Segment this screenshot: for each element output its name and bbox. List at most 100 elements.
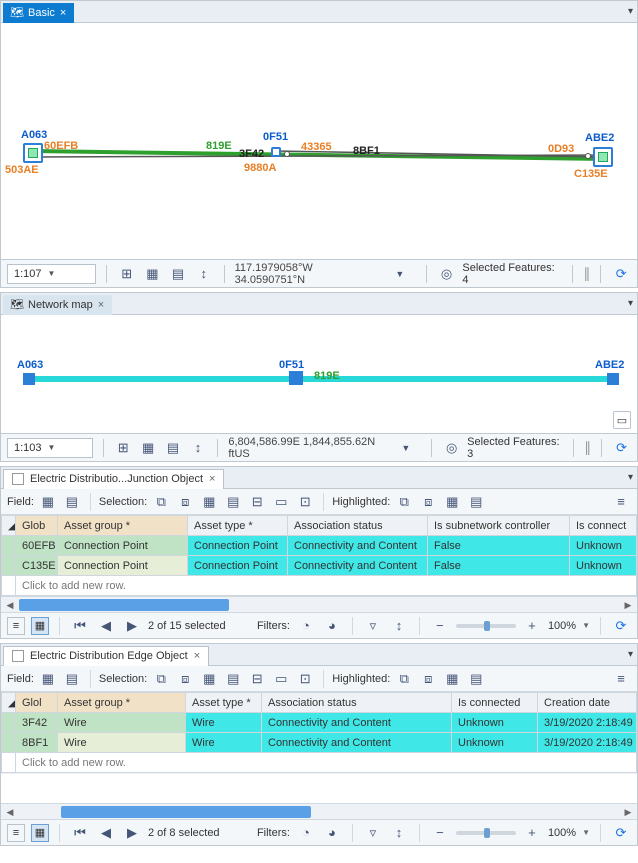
show-all-button[interactable]: ≡ — [7, 617, 25, 635]
close-icon[interactable]: × — [194, 650, 200, 662]
prev-record-icon[interactable]: ◀ — [96, 616, 116, 636]
sel-btn-2[interactable]: ⧈ — [175, 492, 195, 512]
scroll-left-icon[interactable]: ◀ — [3, 806, 17, 818]
tab-network-map[interactable]: 🗺 Network map × — [3, 295, 112, 315]
scroll-right-icon[interactable]: ▶ — [621, 599, 635, 611]
show-all-button[interactable]: ≡ — [7, 824, 25, 842]
sel-btn-2[interactable]: ⧈ — [175, 669, 195, 689]
sel-btn-1[interactable]: ⧉ — [151, 669, 171, 689]
sort-icon[interactable]: ↕ — [389, 823, 409, 843]
close-icon[interactable]: × — [60, 7, 66, 19]
first-record-icon[interactable]: ⏮ — [70, 616, 90, 636]
hl-btn-3[interactable]: ▦ — [442, 492, 462, 512]
tool-btn-4[interactable]: ↕ — [189, 438, 208, 458]
show-selected-button[interactable]: ▦ — [31, 617, 49, 635]
zoom-slider[interactable] — [456, 831, 516, 835]
tool-btn-4[interactable]: ↕ — [194, 264, 214, 284]
node-A063[interactable] — [23, 373, 35, 385]
sel-btn-5[interactable]: ⊟ — [247, 492, 267, 512]
tool-btn-3[interactable]: ▤ — [168, 264, 188, 284]
zoom-slider[interactable] — [456, 624, 516, 628]
sel-btn-3[interactable]: ▦ — [199, 492, 219, 512]
node-ABE2[interactable] — [593, 147, 613, 167]
filter-icon[interactable]: ▿ — [363, 823, 383, 843]
coord-dropdown-icon[interactable]: ▼ — [390, 264, 410, 284]
chevron-down-icon[interactable]: ▼ — [582, 828, 590, 837]
col-assoc-status[interactable]: Association status — [288, 516, 428, 536]
sel-btn-7[interactable]: ⊡ — [295, 492, 315, 512]
refresh-icon[interactable]: ⟳ — [611, 616, 631, 636]
selection-icon[interactable]: ◎ — [437, 264, 457, 284]
hl-btn-1[interactable]: ⧉ — [394, 492, 414, 512]
filter-btn-2[interactable]: ◕ — [322, 616, 342, 636]
scroll-thumb[interactable] — [19, 599, 229, 611]
tool-btn-3[interactable]: ▤ — [164, 438, 183, 458]
panel-menu-icon[interactable]: ▾ — [628, 472, 633, 483]
col-creation[interactable]: Creation date — [538, 693, 637, 713]
hl-btn-2[interactable]: ⧈ — [418, 492, 438, 512]
toolbar-menu-icon[interactable]: ≡ — [611, 669, 631, 689]
field-btn-2[interactable]: ▤ — [62, 669, 82, 689]
tab-junction-object[interactable]: Electric Distributio...Junction Object × — [3, 469, 224, 489]
field-btn-1[interactable]: ▦ — [38, 492, 58, 512]
selection-icon[interactable]: ◎ — [442, 438, 461, 458]
add-row[interactable]: Click to add new row. — [2, 576, 637, 596]
filter-icon[interactable]: ▿ — [363, 616, 383, 636]
show-selected-button[interactable]: ▦ — [31, 824, 49, 842]
node-0F51[interactable] — [289, 371, 303, 385]
hl-btn-4[interactable]: ▤ — [466, 669, 486, 689]
zoom-out-icon[interactable]: − — [430, 616, 450, 636]
col-asset-group[interactable]: Asset group * — [58, 516, 188, 536]
zoom-in-icon[interactable]: + — [522, 616, 542, 636]
table-row[interactable]: 3F42 Wire Wire Connectivity and Content … — [2, 713, 637, 733]
sel-btn-7[interactable]: ⊡ — [295, 669, 315, 689]
filter-btn-1[interactable]: ◔ — [296, 823, 316, 843]
sort-icon[interactable]: ↕ — [389, 616, 409, 636]
hl-btn-4[interactable]: ▤ — [466, 492, 486, 512]
col-asset-type[interactable]: Asset type * — [186, 693, 262, 713]
node-A063[interactable] — [23, 143, 43, 163]
h-scrollbar[interactable]: ◀ ▶ — [1, 803, 637, 819]
refresh-icon[interactable]: ⟳ — [612, 438, 631, 458]
tool-btn-1[interactable]: ⊞ — [114, 438, 133, 458]
map1-canvas[interactable]: A063 60EFB 503AE 819E 3F42 0F51 43365 98… — [1, 23, 637, 259]
node-ABE2[interactable] — [607, 373, 619, 385]
sel-btn-1[interactable]: ⧉ — [151, 492, 171, 512]
add-row[interactable]: Click to add new row. — [2, 753, 637, 773]
close-icon[interactable]: × — [209, 473, 215, 485]
table-row[interactable]: 8BF1 Wire Wire Connectivity and Content … — [2, 733, 637, 753]
tab-basic[interactable]: 🗺 Basic × — [3, 3, 74, 23]
panel-menu-icon[interactable]: ▾ — [628, 649, 633, 660]
map2-canvas[interactable]: A063 0F51 819E ABE2 ▭ — [1, 315, 637, 433]
col-asset-type[interactable]: Asset type * — [188, 516, 288, 536]
next-record-icon[interactable]: ▶ — [122, 616, 142, 636]
row-handle-header[interactable]: ◢ — [2, 693, 16, 713]
overview-icon[interactable]: ▭ — [613, 411, 631, 429]
panel-menu-icon[interactable]: ▾ — [628, 298, 633, 309]
toolbar-menu-icon[interactable]: ≡ — [611, 492, 631, 512]
col-is-conn[interactable]: Is connect — [570, 516, 637, 536]
tool-btn-2[interactable]: ▦ — [143, 264, 163, 284]
zoom-in-icon[interactable]: + — [522, 823, 542, 843]
panel-menu-icon[interactable]: ▾ — [628, 6, 633, 17]
sel-btn-4[interactable]: ▤ — [223, 492, 243, 512]
sel-btn-3[interactable]: ▦ — [199, 669, 219, 689]
scale-combo[interactable]: 1:107 ▼ — [7, 264, 96, 284]
tab-edge-object[interactable]: Electric Distribution Edge Object × — [3, 646, 209, 666]
col-assoc-status[interactable]: Association status — [262, 693, 452, 713]
col-glob[interactable]: Glol — [16, 693, 58, 713]
col-is-subnet[interactable]: Is subnetwork controller — [428, 516, 570, 536]
h-scrollbar[interactable]: ◀ ▶ — [1, 596, 637, 612]
sel-btn-6[interactable]: ▭ — [271, 669, 291, 689]
node-0F51[interactable] — [271, 147, 281, 157]
chevron-down-icon[interactable]: ▼ — [582, 621, 590, 630]
hl-btn-3[interactable]: ▦ — [442, 669, 462, 689]
filter-btn-2[interactable]: ◕ — [322, 823, 342, 843]
coord-dropdown-icon[interactable]: ▼ — [396, 438, 415, 458]
scroll-right-icon[interactable]: ▶ — [621, 806, 635, 818]
tool-btn-1[interactable]: ⊞ — [117, 264, 137, 284]
table-row[interactable]: 60EFB Connection Point Connection Point … — [2, 536, 637, 556]
sel-btn-6[interactable]: ▭ — [271, 492, 291, 512]
scroll-thumb[interactable] — [61, 806, 311, 818]
refresh-icon[interactable]: ⟳ — [611, 823, 631, 843]
